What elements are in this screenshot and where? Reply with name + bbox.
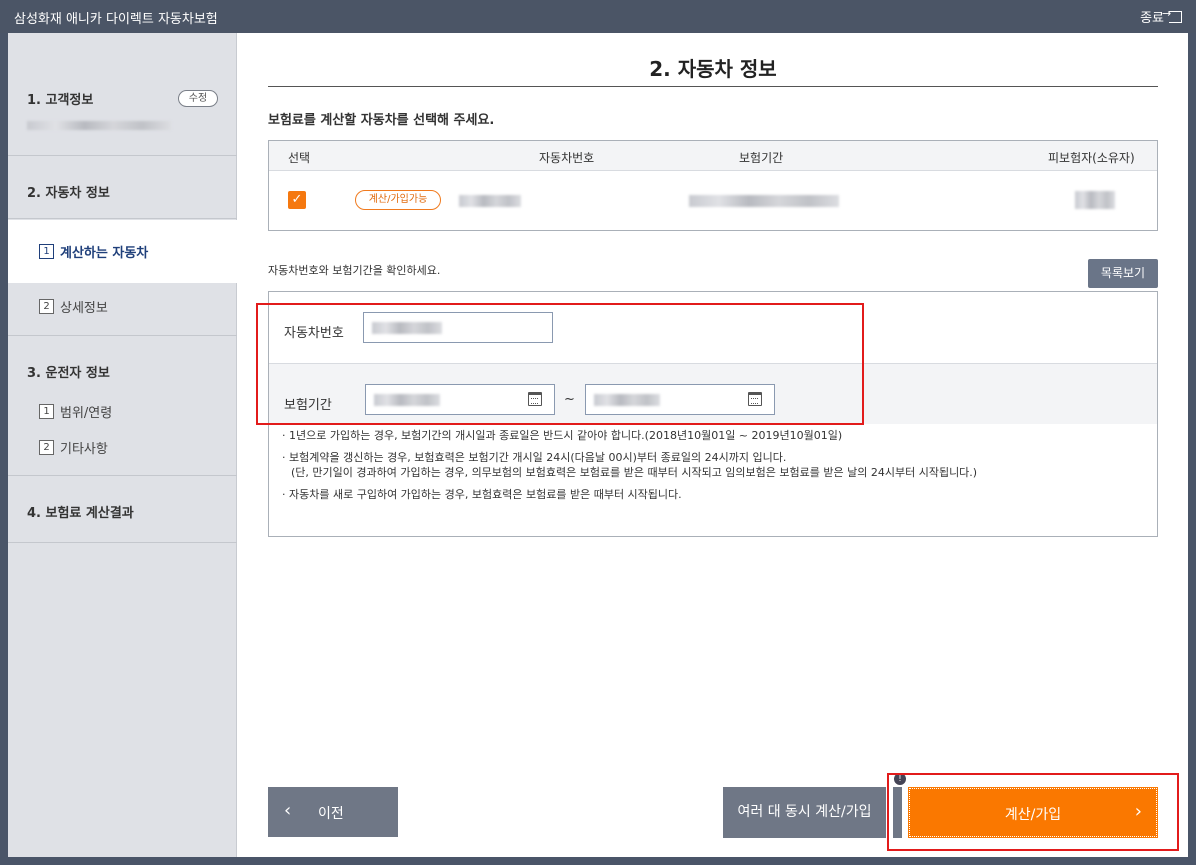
button-separator bbox=[893, 787, 902, 838]
sidebar-step-label[interactable]: 4. 보험료 계산결과 bbox=[27, 502, 134, 521]
step-number: 2 bbox=[39, 440, 54, 455]
step-sidebar: 1. 고객정보 수정 2. 자동차 정보 1 계산하는 자동차 2 상세정보 3… bbox=[8, 33, 237, 857]
sidebar-step-label[interactable]: 1. 고객정보 bbox=[27, 89, 93, 108]
car-number-label: 자동차번호 bbox=[284, 326, 344, 341]
confirm-text: 자동차번호와 보험기간을 확인하세요. bbox=[268, 264, 441, 277]
car-number-input[interactable] bbox=[363, 312, 553, 343]
notice-item: (단, 만기일이 경과하여 가입하는 경우, 의무보험의 보험효력은 보험료를 … bbox=[291, 466, 978, 479]
prev-label: 이전 bbox=[318, 806, 344, 822]
app-title: 삼성화재 애니카 다이렉트 자동차보험 bbox=[14, 12, 218, 27]
sidebar-divider bbox=[8, 283, 237, 336]
close-label: 종료 bbox=[1140, 11, 1164, 26]
column-header-select: 선택 bbox=[288, 151, 311, 165]
sidebar-item-current-vehicle[interactable]: 1 계산하는 자동차 bbox=[8, 220, 237, 283]
period-label: 보험기간 bbox=[284, 398, 332, 413]
table-header: 선택 자동차번호 보험기간 피보험자(소유자) bbox=[269, 141, 1157, 171]
vehicle-table: 선택 자동차번호 보험기간 피보험자(소유자) ✓ 계산/가입가능 bbox=[268, 140, 1158, 231]
sidebar-step-driver: 3. 운전자 정보 1 범위/연령 2 기타사항 bbox=[8, 336, 237, 476]
title-divider bbox=[268, 86, 1158, 87]
step-number: 1 bbox=[39, 404, 54, 419]
sidebar-item-range-age[interactable]: 1 범위/연령 bbox=[39, 402, 112, 421]
period-start-input[interactable] bbox=[365, 384, 555, 415]
redacted-customer-info bbox=[27, 121, 171, 130]
title-bar: 삼성화재 애니카 다이렉트 자동차보험 종료 bbox=[0, 0, 1196, 33]
chevron-left-icon: ‹ bbox=[284, 800, 292, 821]
calendar-icon[interactable] bbox=[748, 392, 762, 406]
instruction-text: 보험료를 계산할 자동차를 선택해 주세요. bbox=[268, 113, 495, 128]
notice-list: · 1년으로 가입하는 경우, 보험기간의 개시일과 종료일은 반드시 같아야 … bbox=[282, 428, 977, 509]
page-title: 2. 자동차 정보 bbox=[649, 57, 777, 81]
notice-item: · 1년으로 가입하는 경우, 보험기간의 개시일과 종료일은 반드시 같아야 … bbox=[282, 429, 843, 442]
period-row: 보험기간 ~ bbox=[269, 364, 1157, 424]
list-view-button[interactable]: 목록보기 bbox=[1088, 259, 1158, 288]
sidebar-step-label[interactable]: 3. 운전자 정보 bbox=[27, 362, 110, 381]
column-header-car-number: 자동차번호 bbox=[539, 151, 595, 165]
sidebar-step-customer: 1. 고객정보 수정 bbox=[8, 33, 237, 156]
redacted-insured bbox=[1075, 191, 1115, 209]
sidebar-step-label[interactable]: 2. 자동차 정보 bbox=[27, 182, 110, 201]
sidebar-item-label: 기타사항 bbox=[60, 442, 108, 457]
column-header-insured: 피보험자(소유자) bbox=[1048, 151, 1135, 165]
notice-item: · 보험계약을 갱신하는 경우, 보험효력은 보험기간 개시일 24시(다음날 … bbox=[282, 451, 787, 464]
redacted-period bbox=[689, 195, 839, 207]
period-end-input[interactable] bbox=[585, 384, 775, 415]
sidebar-step-vehicle: 2. 자동차 정보 bbox=[8, 156, 237, 219]
calc-label: 계산/가입 bbox=[1004, 807, 1062, 823]
prev-button[interactable]: ‹ 이전 bbox=[268, 787, 398, 837]
car-number-row: 자동차번호 bbox=[269, 292, 1157, 364]
range-tilde: ~ bbox=[564, 392, 575, 407]
multi-calc-button[interactable]: 여러 대 동시 계산/가입 bbox=[723, 787, 886, 838]
edit-button[interactable]: 수정 bbox=[178, 90, 218, 107]
sidebar-item-label: 계산하는 자동차 bbox=[60, 246, 149, 261]
calendar-icon[interactable] bbox=[528, 392, 542, 406]
vehicle-detail-form: 자동차번호 보험기간 ~ · 1년으로 가입하는 경우, 보험기간의 개시일과 bbox=[268, 291, 1158, 537]
redacted-value bbox=[374, 394, 440, 406]
sidebar-step-result: 4. 보험료 계산결과 bbox=[8, 476, 237, 543]
select-checkbox[interactable]: ✓ bbox=[288, 191, 306, 209]
redacted-car-number bbox=[459, 195, 521, 207]
step-number: 1 bbox=[39, 244, 54, 259]
app-frame: 1. 고객정보 수정 2. 자동차 정보 1 계산하는 자동차 2 상세정보 3… bbox=[8, 33, 1188, 857]
status-badge: 계산/가입가능 bbox=[355, 190, 441, 210]
exit-icon bbox=[1162, 7, 1182, 23]
redacted-value bbox=[594, 394, 660, 406]
info-dot-icon: ! bbox=[894, 773, 906, 785]
calc-join-button[interactable]: 계산/가입 › bbox=[908, 787, 1158, 838]
redacted-value bbox=[372, 322, 442, 334]
column-header-period: 보험기간 bbox=[739, 151, 784, 165]
close-button[interactable]: 종료 bbox=[1140, 7, 1182, 26]
sidebar-item-etc[interactable]: 2 기타사항 bbox=[39, 438, 108, 457]
notice-item: · 자동차를 새로 구입하여 가입하는 경우, 보험효력은 보험료를 받은 때부… bbox=[282, 488, 682, 501]
sidebar-item-label: 범위/연령 bbox=[60, 406, 113, 421]
chevron-right-icon: › bbox=[1134, 801, 1142, 822]
